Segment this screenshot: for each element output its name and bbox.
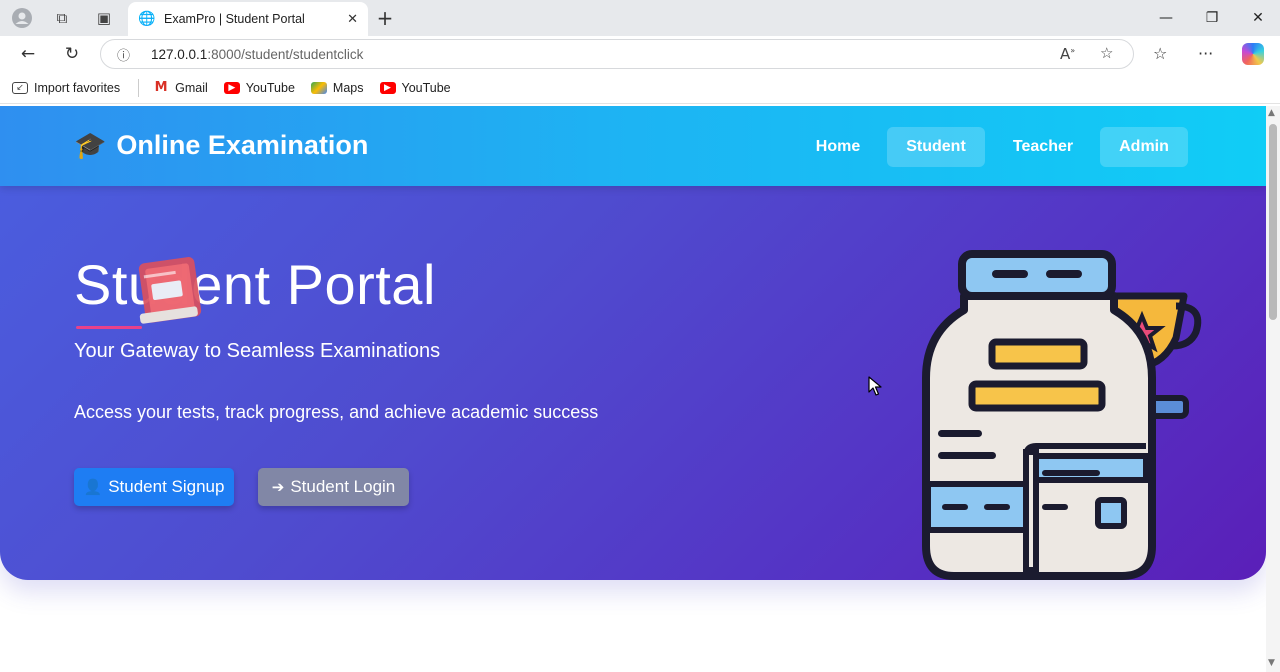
site-brand[interactable]: 🎓 Online Examination [74, 130, 368, 161]
workspaces-icon[interactable]: ⧉ [48, 6, 76, 30]
page-scrollbar[interactable]: ▲ ▼ [1266, 106, 1280, 672]
import-icon: ↙ [12, 81, 28, 94]
read-aloud-icon[interactable]: A» [1060, 45, 1075, 63]
bookmark-maps[interactable]: Maps [310, 80, 364, 95]
scroll-thumb[interactable] [1269, 124, 1277, 320]
url-text: 127.0.0.1:8000/student/studentclick [151, 46, 364, 62]
tab-actions-icon[interactable]: ▣ [90, 6, 118, 30]
bookmark-label: Maps [332, 80, 364, 95]
maps-icon [310, 81, 327, 94]
close-window-icon[interactable]: ✕ [1238, 6, 1278, 30]
sign-in-icon: ➔ [271, 478, 285, 496]
profile-icon[interactable] [8, 6, 36, 30]
hero-subtitle: Your Gateway to Seamless Examinations [74, 340, 441, 362]
mouse-cursor-icon [868, 376, 882, 396]
globe-icon: 🌐 [138, 11, 156, 27]
hero-tagline: Access your tests, track progress, and a… [74, 402, 599, 422]
restore-icon[interactable]: ❐ [1192, 6, 1232, 30]
nav-teacher[interactable]: Teacher [1000, 127, 1086, 167]
minimize-icon[interactable]: — [1146, 6, 1186, 30]
browser-toolbar: ← ↻ ⓘ 127.0.0.1:8000/student/studentclic… [0, 36, 1280, 72]
bookmark-separator [138, 78, 140, 97]
more-menu-icon[interactable]: ··· [1198, 44, 1213, 63]
page-viewport: 🎓 Online Examination Home Student Teache… [0, 106, 1266, 672]
book-icon [138, 257, 202, 324]
student-signup-button[interactable]: 👤 Student Signup [74, 468, 234, 506]
brand-text: Online Examination [116, 130, 369, 160]
graduation-cap-icon: 🎓 [74, 130, 107, 161]
bookmark-gmail[interactable]: M Gmail [153, 80, 208, 95]
bookmark-label: YouTube [401, 80, 451, 95]
hero-title: Student Portal [74, 253, 436, 316]
youtube-icon: ▶ [223, 81, 240, 94]
nav-home[interactable]: Home [804, 127, 872, 167]
bookmark-label: Import favorites [34, 80, 121, 95]
youtube-icon: ▶ [379, 81, 396, 94]
exam-illustration [922, 250, 1202, 580]
student-login-button[interactable]: ➔ Student Login [258, 468, 409, 506]
title-underline [76, 326, 142, 329]
signup-label: Student Signup [108, 477, 225, 496]
site-navbar: 🎓 Online Examination Home Student Teache… [0, 106, 1266, 186]
browser-tab-strip: ⧉ ▣ 🌐 ExamPro | Student Portal ✕ + — ❐ ✕ [0, 0, 1280, 36]
bookmarks-bar: ↙ Import favorites M Gmail ▶ YouTube Map… [0, 72, 1280, 104]
login-label: Student Login [290, 477, 396, 496]
nav-student[interactable]: Student [887, 127, 985, 167]
close-tab-icon[interactable]: ✕ [347, 12, 358, 27]
bookmark-label: Gmail [175, 80, 208, 95]
bookmark-label: YouTube [245, 80, 295, 95]
scroll-down-icon[interactable]: ▼ [1268, 658, 1275, 668]
favorite-star-icon[interactable]: ☆ [1100, 44, 1113, 62]
user-graduate-icon: 👤 [83, 478, 103, 496]
bookmark-youtube-2[interactable]: ▶ YouTube [379, 80, 451, 95]
bookmark-youtube[interactable]: ▶ YouTube [223, 80, 295, 95]
hero-section: 🎓 Online Examination Home Student Teache… [0, 106, 1266, 580]
new-tab-icon[interactable]: + [372, 6, 398, 30]
refresh-icon[interactable]: ↻ [58, 42, 86, 66]
scroll-up-icon[interactable]: ▲ [1268, 108, 1275, 118]
favorites-icon[interactable]: ☆ [1153, 44, 1167, 63]
tab-title: ExamPro | Student Portal [164, 12, 305, 26]
gmail-icon: M [154, 80, 168, 95]
copilot-icon[interactable] [1242, 43, 1264, 65]
browser-tab-active[interactable]: 🌐 ExamPro | Student Portal ✕ [128, 2, 368, 36]
nav-admin[interactable]: Admin [1100, 127, 1188, 167]
back-icon[interactable]: ← [14, 42, 42, 66]
site-info-icon[interactable]: ⓘ [117, 45, 139, 64]
bookmark-import-favorites[interactable]: ↙ Import favorites [12, 81, 120, 95]
address-bar[interactable]: ⓘ 127.0.0.1:8000/student/studentclick [100, 39, 1134, 69]
